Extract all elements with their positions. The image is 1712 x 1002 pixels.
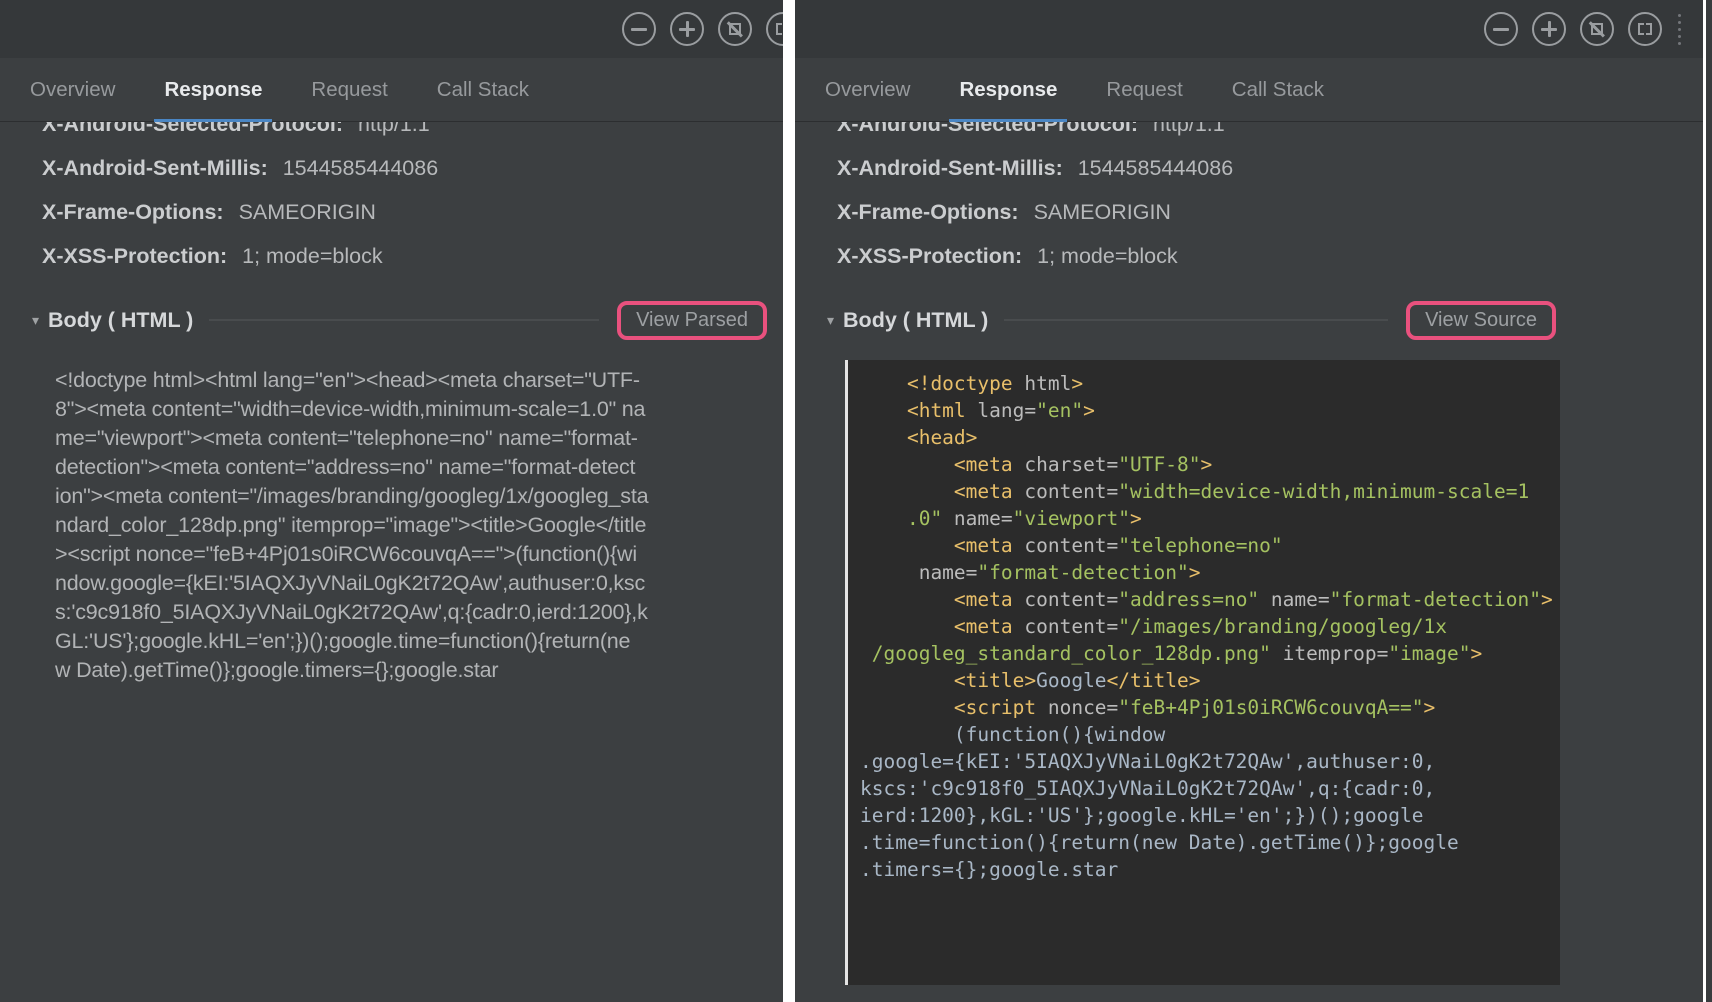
tab-response[interactable]: Response (164, 60, 262, 120)
code-line: .google={kEI:'5IAQXJyVNaiL0gK2t72QAw',au… (860, 748, 1560, 775)
header-name: X-Android-Sent-Millis: (42, 156, 268, 180)
zoom-to-fit-icon[interactable] (766, 12, 783, 46)
response-details: X-Android-Selected-Protocol: http/1.1 X-… (795, 122, 1703, 1002)
header-name: X-Android-Selected-Protocol: (42, 122, 343, 136)
body-section-title: Body ( HTML ) (48, 308, 193, 333)
zoom-in-icon[interactable] (670, 12, 704, 46)
zoom-in-icon[interactable] (1532, 12, 1566, 46)
reset-zoom-icon[interactable] (1580, 12, 1614, 46)
code-line: <html lang="en"> (860, 397, 1560, 424)
comparison-canvas: Overview Response Request Call Stack X-A… (0, 0, 1712, 1002)
header-name: X-XSS-Protection: (837, 244, 1022, 268)
code-line: <head> (860, 424, 1560, 451)
tab-request[interactable]: Request (311, 60, 387, 120)
source-code-viewer[interactable]: <!doctype html> <html lang="en"> <head> … (845, 360, 1560, 985)
code-line: name="format-detection"> (860, 559, 1560, 586)
header-row: X-Android-Sent-Millis: 1544585444086 (837, 146, 1687, 190)
header-name: X-Frame-Options: (837, 200, 1019, 224)
zoom-out-icon[interactable] (622, 12, 656, 46)
zoom-out-icon[interactable] (1484, 12, 1518, 46)
network-inspector-panel-parsed: Overview Response Request Call Stack X-A… (0, 0, 783, 1002)
header-value: http/1.1 (358, 122, 430, 136)
code-line: <meta charset="UTF-8"> (860, 451, 1560, 478)
code-line: <title>Google</title> (860, 667, 1560, 694)
response-headers-list: X-Android-Selected-Protocol: http/1.1 X-… (42, 122, 767, 278)
right-edge-sliver (1706, 0, 1712, 1002)
response-body-source-text: <!doctype html><html lang="en"><head><me… (55, 366, 769, 685)
tab-call-stack[interactable]: Call Stack (437, 60, 529, 120)
header-name: X-Frame-Options: (42, 200, 224, 224)
code-line: <meta content="/images/branding/googleg/… (860, 613, 1560, 640)
header-value: SAMEORIGIN (239, 200, 376, 224)
code-line: <meta content="width=device-width,minimu… (860, 478, 1560, 505)
code-line: /googleg_standard_color_128dp.png" itemp… (860, 640, 1560, 667)
header-row: X-XSS-Protection: 1; mode=block (42, 234, 767, 278)
header-value: 1; mode=block (242, 244, 382, 268)
code-line: <!doctype html> (860, 370, 1560, 397)
header-value: 1544585444086 (283, 156, 438, 180)
zoom-controls (622, 12, 783, 46)
profiler-toolbar (0, 0, 783, 58)
tab-bar: Overview Response Request Call Stack (795, 58, 1703, 122)
reset-zoom-icon[interactable] (718, 12, 752, 46)
header-value: 1544585444086 (1078, 156, 1233, 180)
code-line: .time=function(){return(new Date).getTim… (860, 829, 1560, 856)
section-divider (1004, 319, 1388, 321)
tab-response[interactable]: Response (959, 60, 1057, 120)
body-section-title: Body ( HTML ) (843, 308, 988, 333)
header-name: X-Android-Sent-Millis: (837, 156, 1063, 180)
collapse-arrow-icon[interactable]: ▾ (827, 312, 834, 329)
header-name: X-XSS-Protection: (42, 244, 227, 268)
tab-call-stack[interactable]: Call Stack (1232, 60, 1324, 120)
panel-divider (783, 0, 795, 1002)
code-line: ierd:1200},kGL:'US'};google.kHL='en';})(… (860, 802, 1560, 829)
profiler-toolbar (795, 0, 1703, 58)
tab-request[interactable]: Request (1106, 60, 1182, 120)
code-line: <meta content="address=no" name="format-… (860, 586, 1560, 613)
header-row: X-Frame-Options: SAMEORIGIN (42, 190, 767, 234)
header-row: X-Android-Sent-Millis: 1544585444086 (42, 146, 767, 190)
tab-overview[interactable]: Overview (30, 60, 115, 120)
code-line: .0" name="viewport"> (860, 505, 1560, 532)
collapse-arrow-icon[interactable]: ▾ (32, 312, 39, 329)
body-section-header: ▾ Body ( HTML ) View Parsed (32, 298, 767, 342)
header-row: X-Frame-Options: SAMEORIGIN (837, 190, 1687, 234)
header-value: SAMEORIGIN (1034, 200, 1171, 224)
header-name: X-Android-Selected-Protocol: (837, 122, 1138, 136)
response-details: X-Android-Selected-Protocol: http/1.1 X-… (0, 122, 783, 1002)
tab-bar: Overview Response Request Call Stack (0, 58, 783, 122)
header-value: http/1.1 (1153, 122, 1225, 136)
tab-overview[interactable]: Overview (825, 60, 910, 120)
header-value: 1; mode=block (1037, 244, 1177, 268)
section-divider (209, 319, 599, 321)
header-row: X-Android-Selected-Protocol: http/1.1 (42, 122, 767, 146)
code-line: <script nonce="feB+4Pj01s0iRCW6couvqA=="… (860, 694, 1560, 721)
view-parsed-button[interactable]: View Parsed (617, 301, 767, 340)
network-inspector-panel-source: Overview Response Request Call Stack X-A… (795, 0, 1703, 1002)
code-line: <meta content="telephone=no" (860, 532, 1560, 559)
code-line: .timers={};google.star (860, 856, 1560, 883)
code-line: (function(){window (860, 721, 1560, 748)
header-row: X-XSS-Protection: 1; mode=block (837, 234, 1687, 278)
body-section-header: ▾ Body ( HTML ) View Source (827, 298, 1556, 342)
toolbar-drag-handle-icon[interactable] (1678, 14, 1681, 45)
zoom-controls (1484, 12, 1693, 46)
code-line: kscs:'c9c918f0_5IAQXJyVNaiL0gK2t72QAw',q… (860, 775, 1560, 802)
response-headers-list: X-Android-Selected-Protocol: http/1.1 X-… (837, 122, 1687, 278)
view-source-button[interactable]: View Source (1406, 301, 1556, 340)
header-row: X-Android-Selected-Protocol: http/1.1 (837, 122, 1687, 146)
zoom-to-fit-icon[interactable] (1628, 12, 1662, 46)
